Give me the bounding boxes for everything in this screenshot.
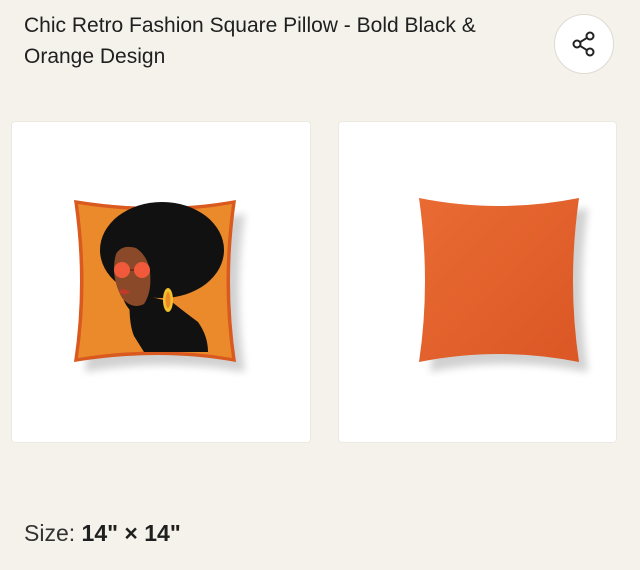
size-label: Size:	[24, 520, 76, 546]
size-value: 14" × 14"	[81, 520, 181, 546]
product-title: Chic Retro Fashion Square Pillow - Bold …	[24, 14, 476, 68]
size-selector[interactable]: Size: 14" × 14"	[24, 518, 181, 548]
share-button[interactable]	[554, 14, 614, 74]
pillow-front-image[interactable]	[12, 122, 310, 442]
share-icon	[570, 30, 598, 58]
pillow-back-image[interactable]	[339, 122, 616, 442]
